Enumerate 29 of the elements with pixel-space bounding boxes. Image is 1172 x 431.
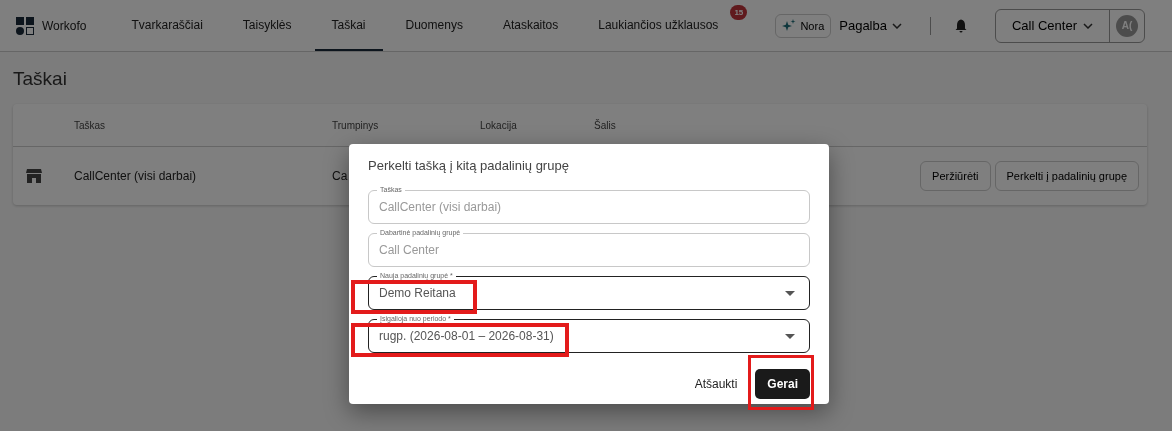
ok-button[interactable]: Gerai <box>755 369 810 399</box>
column-header: Lokacija <box>480 119 518 131</box>
nav-tab[interactable]: Taisyklės <box>225 0 309 51</box>
chevron-icon <box>1083 22 1093 29</box>
nav-tab[interactable]: Tvarkaraščiai <box>114 0 220 51</box>
dialog-title: Perkelti tašką į kitą padalinių grupę <box>368 158 570 173</box>
logo-icon <box>16 16 34 35</box>
count-badge: 15 <box>730 5 748 20</box>
column-header: Trumpinys <box>332 119 380 131</box>
row-action-button[interactable]: Perkelti į padalinių grupę <box>994 161 1139 191</box>
dropdown-arrow-icon <box>785 290 795 296</box>
column-header: Šalis <box>594 119 616 131</box>
nav-tab[interactable]: Ataskaitos <box>485 0 576 51</box>
workspace-menu[interactable]: Call Center <box>995 9 1110 42</box>
cancel-button[interactable]: Atšaukti <box>688 376 744 392</box>
page-title: Taškai <box>13 68 68 90</box>
column-header: Taškas <box>74 119 107 131</box>
brand-name: Workofo <box>42 18 87 33</box>
chevron-icon <box>891 22 902 29</box>
dropdown-arrow-icon <box>785 333 795 339</box>
store-icon <box>26 169 42 183</box>
nav-tab[interactable]: Duomenys <box>388 0 480 51</box>
bell-icon[interactable] <box>954 18 967 33</box>
nav-tab[interactable]: Taškai <box>314 0 383 51</box>
table-cell-text: Ca <box>332 169 349 183</box>
row-action-button[interactable]: Peržiūrėti <box>920 161 991 191</box>
assistant-button[interactable]: Nora <box>775 13 832 38</box>
help-menu[interactable]: Pagalba <box>835 18 906 33</box>
table-cell-text: CallCenter (visi darbai) <box>74 169 198 183</box>
